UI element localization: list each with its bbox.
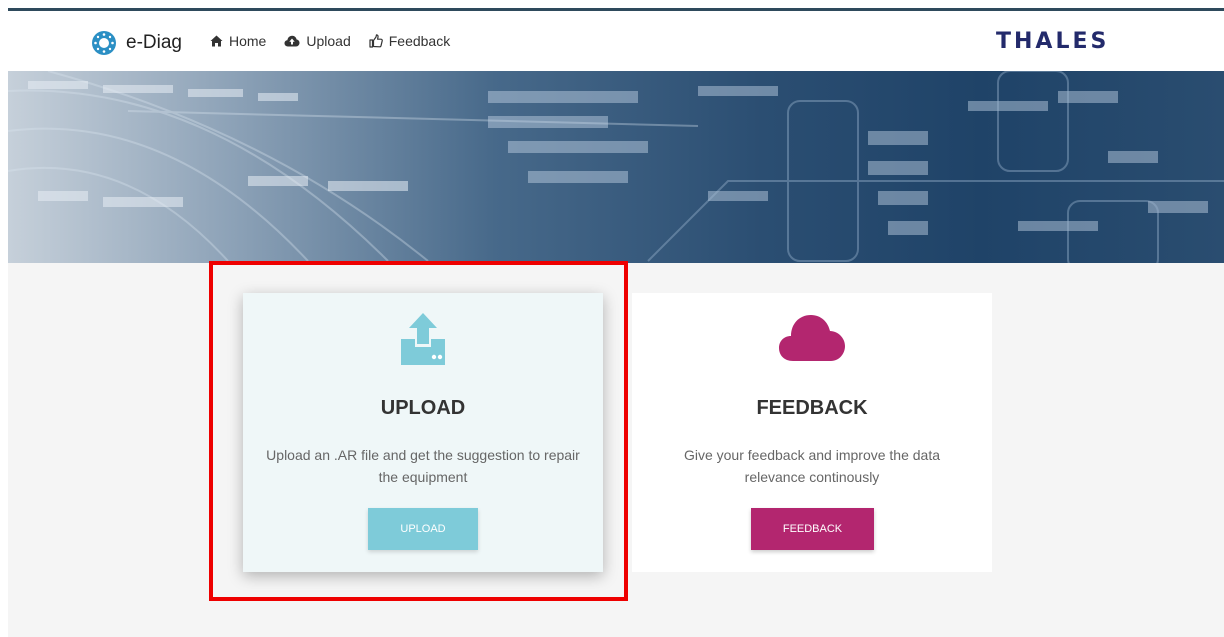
thumbs-up-icon xyxy=(369,34,383,48)
nav-item-home[interactable]: Home xyxy=(210,33,266,49)
circuit-banner-image xyxy=(8,71,1224,263)
card-title: FEEDBACK xyxy=(756,397,868,419)
upload-tray-icon xyxy=(401,313,445,365)
nav-item-label: Upload xyxy=(306,33,351,49)
main-nav: Home Upload Feedback xyxy=(210,33,450,49)
page: e-Diag Home Upload Feedback THALES UPLOA… xyxy=(0,0,1224,637)
thales-logo: THALES xyxy=(996,29,1110,54)
cloud-icon xyxy=(779,315,845,361)
nav-item-label: Home xyxy=(229,33,267,49)
feedback-button[interactable]: FEEDBACK xyxy=(751,508,874,550)
home-icon xyxy=(210,35,223,47)
card-description: Give your feedback and improve the data … xyxy=(683,447,941,485)
upload-card: UPLOAD Upload an .AR file and get the su… xyxy=(243,293,603,572)
hero-banner xyxy=(8,71,1224,263)
nav-item-feedback[interactable]: Feedback xyxy=(369,33,450,49)
card-description: Upload an .AR file and get the suggestio… xyxy=(266,447,580,485)
brand-name: e-Diag xyxy=(126,32,182,53)
ediag-logo-icon xyxy=(92,31,116,55)
nav-item-label: Feedback xyxy=(388,33,451,49)
cloud-upload-icon xyxy=(284,35,300,47)
navbar: e-Diag Home Upload Feedback THALES xyxy=(0,11,1224,71)
nav-item-upload[interactable]: Upload xyxy=(284,33,351,49)
brand[interactable]: e-Diag xyxy=(92,31,182,55)
upload-button[interactable]: UPLOAD xyxy=(368,508,478,550)
main-content xyxy=(8,263,1224,637)
card-title: UPLOAD xyxy=(380,397,466,419)
feedback-card: FEEDBACK Give your feedback and improve … xyxy=(632,293,992,572)
